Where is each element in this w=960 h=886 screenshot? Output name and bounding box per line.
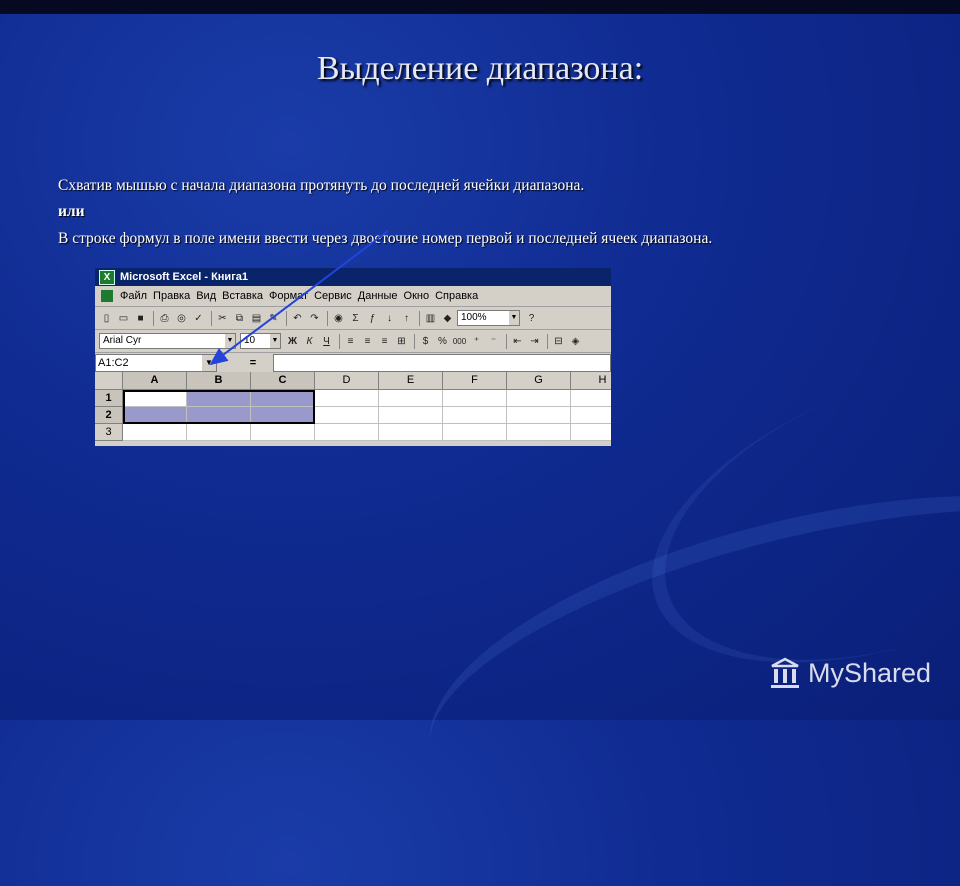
pointer-arrow: [209, 230, 389, 366]
myshared-logo-icon: [771, 657, 799, 688]
myshared-watermark: MyShared: [768, 656, 931, 690]
watermark-text: MyShared: [808, 657, 932, 688]
